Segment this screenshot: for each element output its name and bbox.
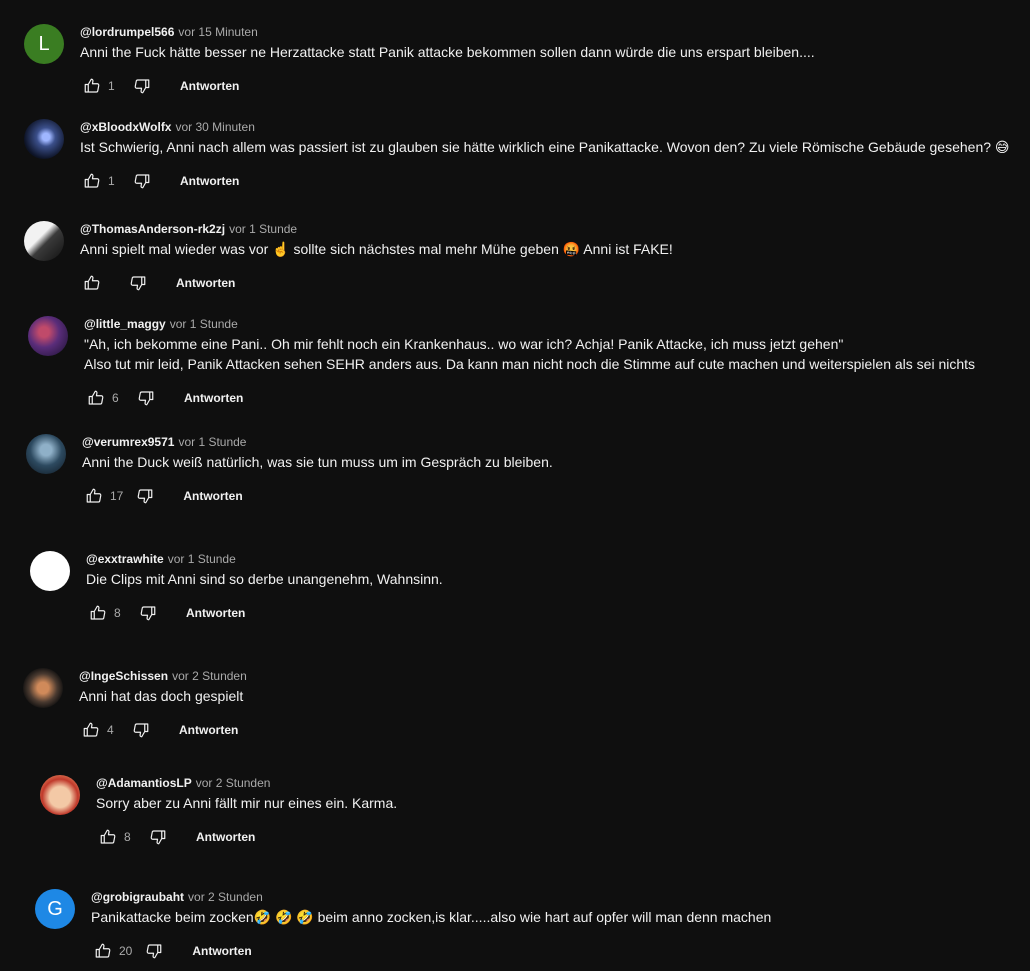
- reply-button[interactable]: Antworten: [169, 717, 248, 743]
- comment-author[interactable]: @IngeSchissen: [79, 669, 168, 683]
- comment-time[interactable]: vor 1 Stunde: [168, 552, 236, 566]
- comment-time[interactable]: vor 15 Minuten: [178, 25, 257, 39]
- comment-text: Anni the Duck weiß natürlich, was sie tu…: [82, 454, 553, 470]
- comment-author[interactable]: @AdamantiosLP: [96, 776, 192, 790]
- comment-text: "Ah, ich bekomme eine Pani.. Oh mir fehl…: [84, 336, 976, 372]
- reply-button[interactable]: Antworten: [166, 270, 245, 296]
- comment-text: Die Clips mit Anni sind so derbe unangen…: [86, 571, 443, 587]
- like-count: 1: [108, 79, 115, 93]
- avatar[interactable]: [24, 119, 64, 159]
- reply-button[interactable]: Antworten: [174, 385, 253, 411]
- comment-author[interactable]: @grobigraubaht: [91, 890, 184, 904]
- like-icon[interactable]: [80, 169, 104, 193]
- like-icon[interactable]: [80, 271, 104, 295]
- dislike-icon[interactable]: [146, 825, 170, 849]
- like-icon[interactable]: [79, 718, 103, 742]
- like-count: 20: [119, 944, 133, 958]
- comment-author[interactable]: @ThomasAnderson-rk2zj: [80, 222, 225, 236]
- dislike-icon[interactable]: [134, 386, 158, 410]
- avatar[interactable]: G: [35, 889, 75, 929]
- like-icon[interactable]: [80, 74, 104, 98]
- comment-author[interactable]: @lordrumpel566: [80, 25, 174, 39]
- like-icon[interactable]: [91, 939, 115, 963]
- comment-text: Anni spielt mal wieder was vor ☝️ sollte…: [80, 241, 673, 257]
- comment-time[interactable]: vor 1 Stunde: [170, 317, 238, 331]
- comment-text: Anni the Fuck hätte besser ne Herzattack…: [80, 44, 815, 60]
- avatar[interactable]: [40, 775, 80, 815]
- like-icon[interactable]: [84, 386, 108, 410]
- avatar[interactable]: [30, 551, 70, 591]
- comment-time[interactable]: vor 2 Stunden: [172, 669, 247, 683]
- dislike-icon[interactable]: [142, 939, 166, 963]
- comment-text: Ist Schwierig, Anni nach allem was passi…: [80, 139, 1010, 155]
- like-count: 6: [112, 391, 119, 405]
- comment-text: Sorry aber zu Anni fällt mir nur eines e…: [96, 795, 398, 811]
- avatar[interactable]: [26, 434, 66, 474]
- like-count: 8: [114, 606, 121, 620]
- reply-button[interactable]: Antworten: [170, 168, 249, 194]
- dislike-icon[interactable]: [126, 271, 150, 295]
- comment-author[interactable]: @verumrex9571: [82, 435, 174, 449]
- avatar[interactable]: [24, 221, 64, 261]
- comment-time[interactable]: vor 1 Stunde: [229, 222, 297, 236]
- dislike-icon[interactable]: [129, 718, 153, 742]
- avatar[interactable]: [23, 668, 63, 708]
- comment-time[interactable]: vor 1 Stunde: [178, 435, 246, 449]
- like-count: 4: [107, 723, 114, 737]
- comment-text: Anni hat das doch gespielt: [79, 688, 244, 704]
- comment-time[interactable]: vor 2 Stunden: [188, 890, 263, 904]
- avatar[interactable]: [28, 316, 68, 356]
- dislike-icon[interactable]: [133, 484, 157, 508]
- reply-button[interactable]: Antworten: [182, 938, 261, 964]
- dislike-icon[interactable]: [130, 74, 154, 98]
- like-count: 1: [108, 174, 115, 188]
- like-count: 8: [124, 830, 131, 844]
- dislike-icon[interactable]: [130, 169, 154, 193]
- like-icon[interactable]: [86, 601, 110, 625]
- reply-button[interactable]: Antworten: [186, 824, 265, 850]
- dislike-icon[interactable]: [136, 601, 160, 625]
- like-icon[interactable]: [96, 825, 120, 849]
- avatar[interactable]: L: [24, 24, 64, 64]
- comment-time[interactable]: vor 30 Minuten: [175, 120, 254, 134]
- like-icon[interactable]: [82, 484, 106, 508]
- reply-button[interactable]: Antworten: [170, 73, 249, 99]
- comment-text: Panikattacke beim zocken🤣 🤣 🤣 beim anno …: [91, 909, 772, 925]
- like-count: 17: [110, 489, 124, 503]
- reply-button[interactable]: Antworten: [176, 600, 255, 626]
- comment-author[interactable]: @exxtrawhite: [86, 552, 164, 566]
- comment-time[interactable]: vor 2 Stunden: [196, 776, 271, 790]
- reply-button[interactable]: Antworten: [173, 483, 252, 509]
- comment-author[interactable]: @little_maggy: [84, 317, 166, 331]
- comment-author[interactable]: @xBloodxWolfx: [80, 120, 171, 134]
